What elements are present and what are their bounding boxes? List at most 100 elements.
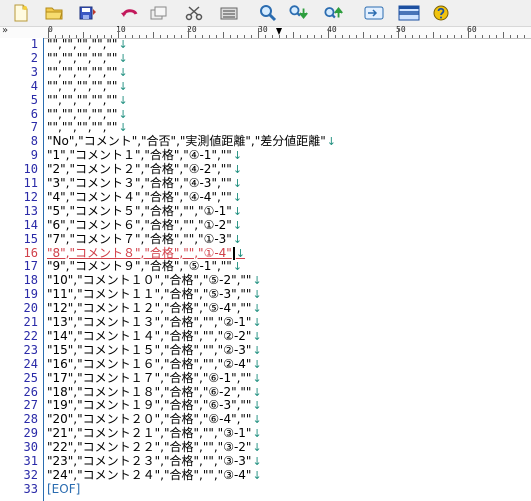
line-text: "","","","",""↓ [47, 121, 128, 135]
return-mark-icon: ↓ [252, 274, 262, 288]
undo-icon[interactable] [119, 3, 139, 23]
return-mark-icon: ↓ [118, 65, 128, 79]
line-content: "23","コメント２３","合格","","③-3" [47, 454, 252, 468]
line-content: "","","","","" [47, 64, 118, 79]
line-text: "12","コメント１２","合格","⑤-4",""↓ [47, 302, 262, 316]
editor-line[interactable]: 29 "21","コメント２１","合格","","③-1"↓ [0, 426, 531, 441]
line-content: "8","コメント８","合格","","①-4" [47, 245, 232, 260]
help-icon[interactable] [431, 3, 451, 23]
return-mark-icon: ↓ [235, 246, 246, 260]
current-line[interactable]: 16 "8","コメント８","合格","","①-4" ↓ [0, 245, 531, 260]
line-number: 23 [23, 342, 38, 357]
line-number: 11 [23, 176, 38, 190]
editor-line[interactable]: 28 "20","コメント２０","合格","⑥-4",""↓ [0, 413, 531, 427]
editor-line[interactable]: 25 "17","コメント１７","合格","⑥-1",""↓ [0, 371, 531, 385]
line-text: "5","コメント５","合格","","①-1"↓ [47, 204, 242, 218]
cut-icon[interactable] [184, 3, 204, 23]
editor-line[interactable]: 14 "6","コメント６","合格","","①-2"↓ [0, 218, 531, 232]
editor-line[interactable]: 18 "10","コメント１０","合格","⑤-2",""↓ [0, 274, 531, 288]
line-number: 9 [30, 148, 38, 163]
line-number: 20 [23, 301, 38, 316]
line-text: "4","コメント４","合格","④-4",""↓ [47, 189, 242, 204]
editor-line[interactable]: 20 "12","コメント１２","合格","⑤-4",""↓ [0, 301, 531, 316]
editor-line[interactable]: 31 "23","コメント２３","合格","","③-3"↓ [0, 454, 531, 469]
line-content: "14","コメント１４","合格","","②-2" [47, 328, 252, 343]
line-text: "","","","",""↓ [47, 64, 128, 79]
line-text: "20","コメント２０","合格","⑥-4",""↓ [47, 413, 262, 427]
line-number: 22 [23, 328, 38, 343]
editor-line[interactable]: 5 "","","","",""↓ [0, 93, 531, 107]
editor-line[interactable]: 17 "9","コメント９","合格","⑤-1",""↓ [0, 260, 531, 274]
editor-line[interactable]: 8 "No","コメント","合否","実測値距離","差分値距離"↓ [0, 134, 531, 149]
editor-line[interactable]: 30 "22","コメント２２","合格","","③-2"↓ [0, 440, 531, 455]
editor-line[interactable]: 21 "13","コメント１３","合格","","②-1"↓ [0, 316, 531, 330]
toolbar [0, 0, 531, 27]
ruler-cursor-marker [276, 28, 282, 35]
editor-line[interactable]: 22 "14","コメント１４","合格","","②-2"↓ [0, 328, 531, 343]
line-number: 4 [30, 78, 38, 93]
editor-line[interactable]: 2 "","","","",""↓ [0, 50, 531, 65]
return-mark-icon: ↓ [232, 218, 243, 232]
line-content: "18","コメント１８","合格","⑥-2","" [47, 384, 252, 399]
line-content: "4","コメント４","合格","④-4","" [47, 189, 232, 204]
return-mark-icon: ↓ [252, 427, 262, 441]
return-mark-icon: ↓ [118, 121, 128, 135]
editor-line[interactable]: 26 "18","コメント１８","合格","⑥-2",""↓ [0, 384, 531, 399]
line-text: "24","コメント２４","合格","","③-4"↓ [47, 468, 262, 482]
return-mark-icon: ↓ [252, 316, 262, 329]
editor-line[interactable]: 19 "11","コメント１１","合格","⑤-3",""↓ [0, 288, 531, 302]
editor-line[interactable]: 9 "1","コメント１","合格","④-1",""↓ [0, 148, 531, 163]
editor-line[interactable]: 12 "4","コメント４","合格","④-4",""↓ [0, 189, 531, 204]
editor-line[interactable]: 10 "2","コメント２","合格","④-2",""↓ [0, 162, 531, 177]
line-text: "","","","",""↓ [47, 79, 128, 93]
editor-line[interactable]: 15 "7","コメント７","合格","","①-3"↓ [0, 231, 531, 246]
open-folder-icon[interactable] [44, 3, 64, 23]
save-icon[interactable] [78, 3, 98, 23]
line-text: "9","コメント９","合格","⑤-1",""↓ [47, 260, 242, 274]
editor-line[interactable]: 4 "","","","",""↓ [0, 78, 531, 93]
return-mark-icon: ↓ [252, 455, 262, 468]
line-content: "7","コメント７","合格","","①-3" [47, 231, 232, 246]
return-mark-icon: ↓ [118, 38, 128, 51]
line-number: 30 [23, 440, 38, 455]
line-text: "21","コメント２１","合格","","③-1"↓ [47, 427, 262, 441]
search-prev-icon[interactable] [324, 3, 344, 23]
line-number: 29 [23, 426, 38, 441]
line-number: 8 [30, 134, 38, 149]
line-content: "15","コメント１５","合格","","②-3" [47, 342, 252, 357]
editor-line[interactable]: 32 "24","コメント２４","合格","","③-4"↓ [0, 467, 531, 482]
line-number: 31 [23, 454, 38, 468]
line-number: 24 [23, 356, 38, 371]
new-file-icon[interactable] [11, 3, 31, 23]
line-content: "2","コメント２","合格","④-2","" [47, 162, 232, 177]
line-text: "19","コメント１９","合格","⑥-3",""↓ [47, 399, 262, 413]
editor-line[interactable]: 6 "","","","",""↓ [0, 107, 531, 121]
search-next-icon[interactable] [289, 3, 309, 23]
text-editor[interactable]: 1 "","","","",""↓ 2 "","","","",""↓ 3 "","","… [0, 38, 531, 501]
text-cursor [232, 246, 235, 260]
line-number: 2 [30, 50, 38, 65]
line-number: 13 [23, 203, 38, 218]
editor-line[interactable]: 33 [EOF] [0, 482, 531, 496]
search-icon[interactable] [258, 3, 278, 23]
editor-line[interactable]: 1 "","","","",""↓ [0, 38, 531, 52]
editor-line[interactable]: 7 "","","","",""↓ [0, 121, 531, 135]
line-text: [EOF] [47, 482, 80, 496]
return-mark-icon: ↓ [252, 468, 262, 482]
line-content: "No","コメント","合否","実測値距離","差分値距離" [47, 134, 326, 149]
editor-line[interactable]: 23 "15","コメント１５","合格","","②-3"↓ [0, 342, 531, 357]
editor-line[interactable]: 3 "","","","",""↓ [0, 64, 531, 79]
line-number: 32 [23, 467, 38, 482]
editor-line[interactable]: 27 "19","コメント１９","合格","⑥-3",""↓ [0, 399, 531, 413]
editor-line[interactable]: 11 "3","コメント３","合格","④-3",""↓ [0, 176, 531, 191]
line-content: "","","","","" [47, 50, 118, 65]
line-number: 12 [23, 189, 38, 204]
split-icon[interactable] [397, 3, 421, 23]
goto-icon[interactable] [364, 3, 384, 23]
line-text: "","","","",""↓ [47, 107, 128, 121]
line-text: "14","コメント１４","合格","","②-2"↓ [47, 328, 262, 343]
copy-icon[interactable] [149, 3, 169, 23]
paste-icon[interactable] [219, 3, 239, 23]
editor-line[interactable]: 24 "16","コメント１６","合格","","②-4"↓ [0, 356, 531, 371]
editor-line[interactable]: 13 "5","コメント５","合格","","①-1"↓ [0, 203, 531, 218]
